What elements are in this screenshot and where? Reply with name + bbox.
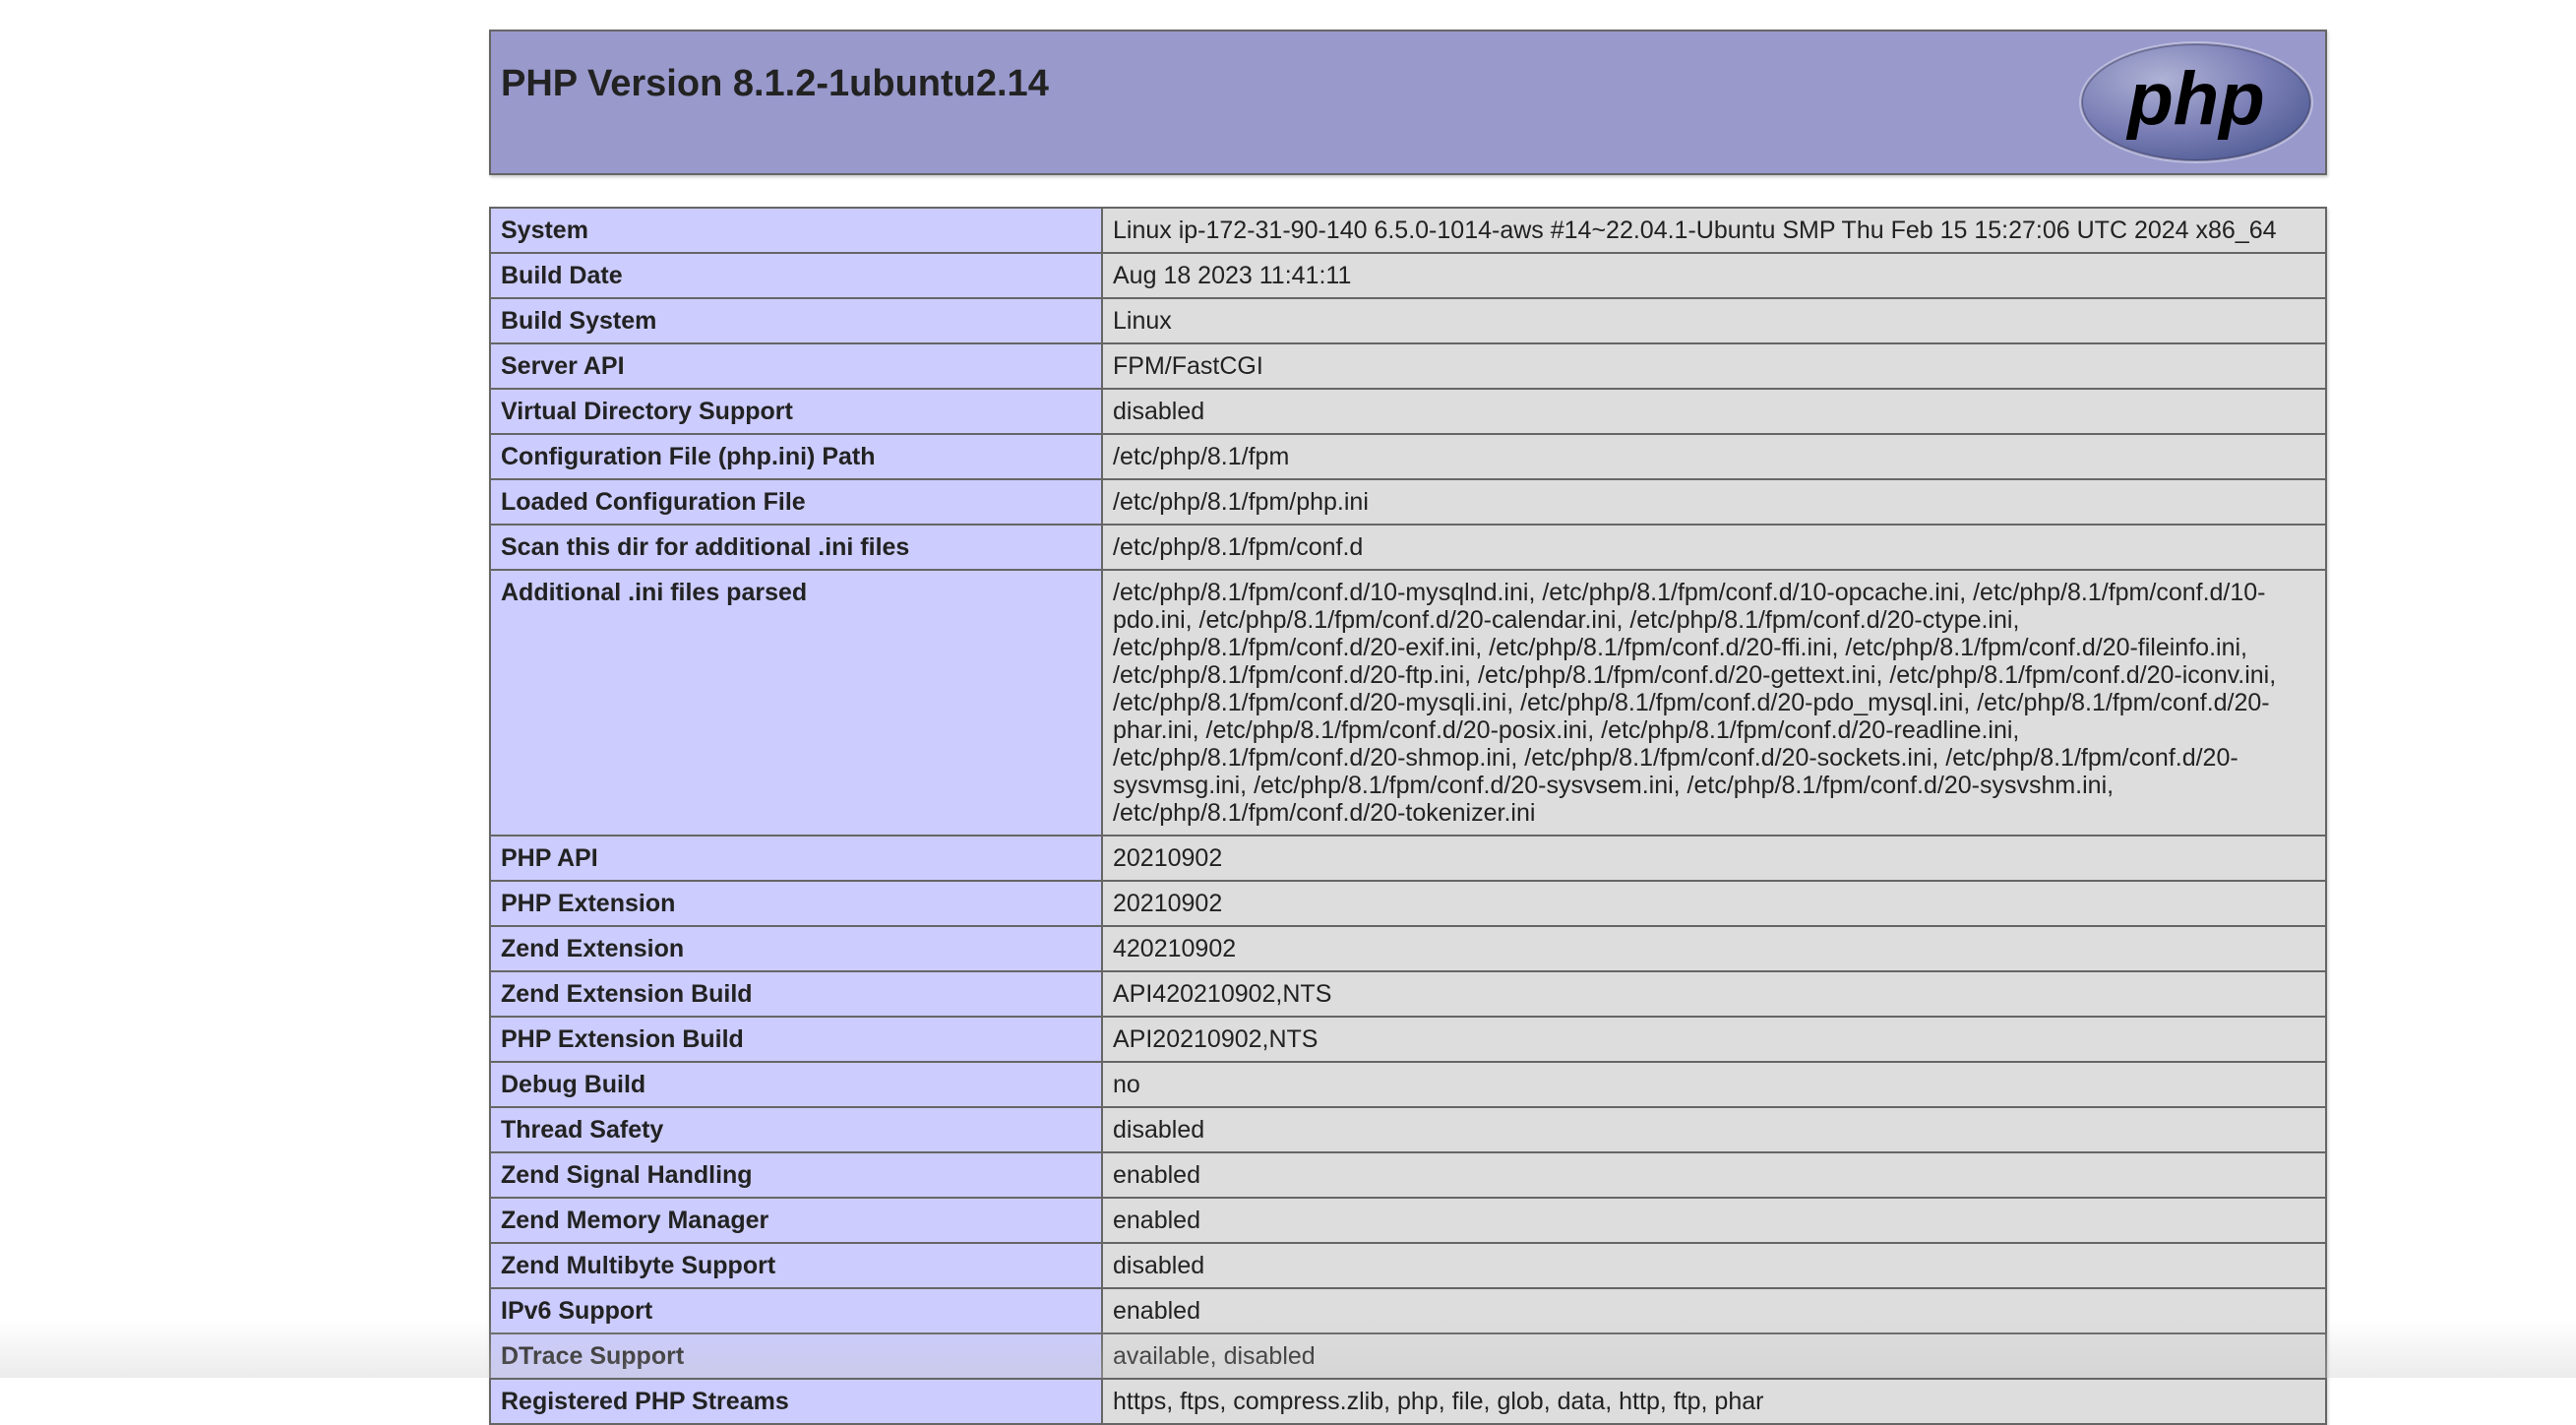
row-label: Zend Extension (489, 925, 1103, 972)
row-label: Zend Memory Manager (489, 1197, 1103, 1244)
row-label: PHP API (489, 835, 1103, 882)
table-row: Configuration File (php.ini) Path/etc/ph… (489, 433, 2327, 480)
table-row: Additional .ini files parsed/etc/php/8.1… (489, 569, 2327, 836)
table-row: PHP Extension Build API20210902,NTS (489, 1016, 2327, 1063)
row-label: Additional .ini files parsed (489, 569, 1103, 836)
row-value: /etc/php/8.1/fpm/conf.d/10-mysqlnd.ini, … (1101, 569, 2327, 836)
page-title: PHP Version 8.1.2-1ubuntu2.14 (501, 63, 1049, 104)
row-value: disabled (1101, 1242, 2327, 1289)
row-value: /etc/php/8.1/fpm/conf.d (1101, 524, 2327, 571)
row-label: System (489, 207, 1103, 254)
table-row: Zend Signal Handling enabled (489, 1151, 2327, 1199)
row-value: API20210902,NTS (1101, 1016, 2327, 1063)
row-value: enabled (1101, 1287, 2327, 1334)
row-value: enabled (1101, 1151, 2327, 1199)
row-value: no (1101, 1061, 2327, 1108)
row-label: Thread Safety (489, 1106, 1103, 1153)
table-row: Registered PHP Streams https, ftps, compr… (489, 1378, 2327, 1425)
row-label: DTrace Support (489, 1332, 1103, 1380)
row-value: disabled (1101, 388, 2327, 435)
row-value: /etc/php/8.1/fpm (1101, 433, 2327, 480)
table-row: Zend Multibyte Support disabled (489, 1242, 2327, 1289)
table-row: IPv6 Support enabled (489, 1287, 2327, 1334)
table-row: DTrace Support available, disabled (489, 1332, 2327, 1380)
row-label: Zend Extension Build (489, 970, 1103, 1018)
phpinfo-header: PHP Version 8.1.2-1ubuntu2.14 php (489, 30, 2327, 175)
table-row: PHP API 20210902 (489, 835, 2327, 882)
row-value: Linux ip-172-31-90-140 6.5.0-1014-aws #1… (1101, 207, 2327, 254)
row-label: Virtual Directory Support (489, 388, 1103, 435)
row-label: Scan this dir for additional .ini files (489, 524, 1103, 571)
phpinfo-container: PHP Version 8.1.2-1ubuntu2.14 php System… (489, 30, 2327, 1425)
row-label: Configuration File (php.ini) Path (489, 433, 1103, 480)
table-row: Virtual Directory Support disabled (489, 388, 2327, 435)
row-value: /etc/php/8.1/fpm/php.ini (1101, 478, 2327, 526)
row-value: API420210902,NTS (1101, 970, 2327, 1018)
table-row: Build System Linux (489, 297, 2327, 344)
table-row: Zend Extension Build API420210902,NTS (489, 970, 2327, 1018)
table-row: Scan this dir for additional .ini files /… (489, 524, 2327, 571)
row-label: Debug Build (489, 1061, 1103, 1108)
row-value: available, disabled (1101, 1332, 2327, 1380)
table-row: Debug Build no (489, 1061, 2327, 1108)
row-label: Zend Multibyte Support (489, 1242, 1103, 1289)
table-row: Zend Extension 420210902 (489, 925, 2327, 972)
row-label: Zend Signal Handling (489, 1151, 1103, 1199)
row-value: enabled (1101, 1197, 2327, 1244)
row-label: Build System (489, 297, 1103, 344)
row-value: Linux (1101, 297, 2327, 344)
row-label: IPv6 Support (489, 1287, 1103, 1334)
row-value: 420210902 (1101, 925, 2327, 972)
row-label: PHP Extension Build (489, 1016, 1103, 1063)
row-label: Server API (489, 342, 1103, 390)
row-value: Aug 18 2023 11:41:11 (1101, 252, 2327, 299)
table-row: Loaded Configuration File/etc/php/8.1/fp… (489, 478, 2327, 526)
row-label: Registered PHP Streams (489, 1378, 1103, 1425)
table-row: System Linux ip-172-31-90-140 6.5.0-1014-… (489, 207, 2327, 254)
table-row: PHP Extension 20210902 (489, 880, 2327, 927)
php-info-table: System Linux ip-172-31-90-140 6.5.0-1014-… (489, 207, 2327, 1425)
row-value: disabled (1101, 1106, 2327, 1153)
table-row: Zend Memory Manager enabled (489, 1197, 2327, 1244)
table-row: Thread Safety disabled (489, 1106, 2327, 1153)
php-logo-icon: php (2079, 41, 2313, 163)
svg-text:php: php (2125, 57, 2264, 141)
row-label: Build Date (489, 252, 1103, 299)
row-label: Loaded Configuration File (489, 478, 1103, 526)
row-value: FPM/FastCGI (1101, 342, 2327, 390)
row-value: 20210902 (1101, 880, 2327, 927)
table-row: Build Date Aug 18 2023 11:41:11 (489, 252, 2327, 299)
row-label: PHP Extension (489, 880, 1103, 927)
table-row: Server API FPM/FastCGI (489, 342, 2327, 390)
row-value: https, ftps, compress.zlib, php, file, g… (1101, 1378, 2327, 1425)
row-value: 20210902 (1101, 835, 2327, 882)
